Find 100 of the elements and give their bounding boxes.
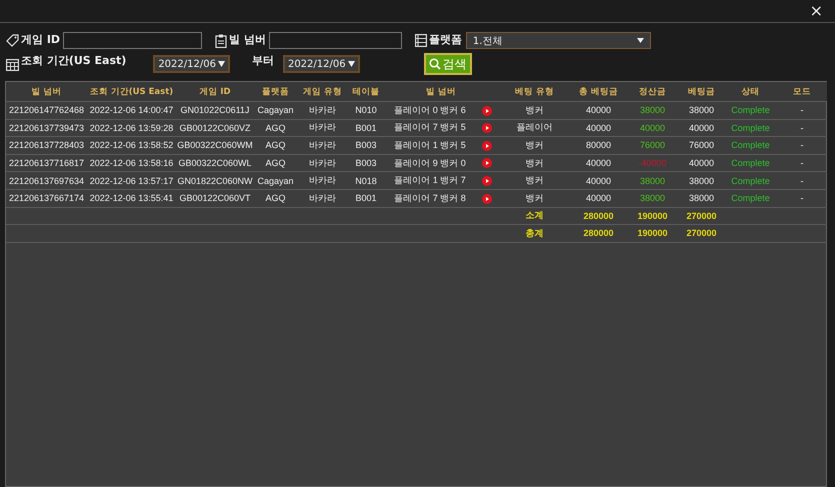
total-label: 총계 xyxy=(498,224,571,242)
table-cell: 플레이어 1 뱅커 5 xyxy=(384,136,476,154)
table-cell: N018 xyxy=(348,172,384,190)
table-cell: 뱅커 xyxy=(498,102,571,120)
table-cell: 38000 xyxy=(679,189,724,208)
table-cell: GN01822C060NW xyxy=(176,172,254,190)
table-cell: AGQ xyxy=(254,189,297,208)
table-cell: 40000 xyxy=(571,119,626,137)
status-text: Complete xyxy=(724,136,777,154)
table-cell: 바카라 xyxy=(297,154,348,172)
column-header: 게임 ID xyxy=(176,82,254,102)
table-cell: 바카라 xyxy=(297,189,348,208)
table-cell: N010 xyxy=(348,102,384,120)
table-cell: 40000 xyxy=(626,119,679,137)
table-cell: - xyxy=(777,189,827,208)
table-cell: - xyxy=(777,102,827,120)
table-cell: - xyxy=(777,172,827,190)
column-header: 게임 유형 xyxy=(297,82,348,102)
status-text: Complete xyxy=(724,119,777,137)
table-cell: 2022-12-06 13:55:41 xyxy=(87,189,176,208)
table-cell: 뱅커 xyxy=(498,154,571,172)
status-text: Complete xyxy=(724,154,777,172)
status-text: Complete xyxy=(724,102,777,120)
table-cell: GB00322C060WM xyxy=(176,136,254,154)
table-cell: - xyxy=(777,119,827,137)
table-cell: 플레이어 7 뱅커 8 xyxy=(384,189,476,208)
table-cell: AGQ xyxy=(254,119,297,137)
play-icon[interactable] xyxy=(482,106,492,116)
table-cell: AGQ xyxy=(254,136,297,154)
platform-dropdown[interactable]: 1.전체 xyxy=(466,32,651,49)
table-cell: 플레이어 9 뱅커 0 xyxy=(384,154,476,172)
table-cell: 바카라 xyxy=(297,136,348,154)
table-cell: AGQ xyxy=(254,154,297,172)
caret-icon xyxy=(636,38,644,43)
column-header: 플랫폼 xyxy=(254,82,297,102)
table-cell: 76000 xyxy=(626,136,679,154)
table-cell: - xyxy=(777,136,827,154)
close-button[interactable]: × xyxy=(810,2,823,20)
total-value: 190000 xyxy=(626,224,679,242)
table-cell: 76000 xyxy=(679,136,724,154)
total-value: 190000 xyxy=(626,207,679,225)
table-cell: B001 xyxy=(348,119,384,137)
table-cell: 40000 xyxy=(679,154,724,172)
column-header: 베팅금 xyxy=(679,82,724,102)
table-cell: 바카라 xyxy=(297,172,348,190)
column-header: 정산금 xyxy=(626,82,679,102)
table-cell: 38000 xyxy=(679,172,724,190)
end-date-picker[interactable]: 2022/12/06 xyxy=(282,55,360,73)
table-cell: 40000 xyxy=(571,172,626,190)
table-cell: 40000 xyxy=(679,119,724,137)
list-icon xyxy=(414,34,427,47)
table-cell: 221206137739473 xyxy=(6,119,87,137)
clipboard-icon xyxy=(215,34,228,48)
play-icon[interactable] xyxy=(482,176,492,186)
range-separator: 부터 xyxy=(252,53,274,68)
table-cell: B001 xyxy=(348,189,384,208)
column-header: 총 베팅금 xyxy=(571,82,626,102)
play-icon[interactable] xyxy=(482,140,492,151)
total-value: 270000 xyxy=(679,224,724,242)
table-cell: 40000 xyxy=(571,102,626,120)
table-cell: 38000 xyxy=(626,172,679,190)
bill-number-label: 빌 넘버 xyxy=(229,32,266,47)
table-cell: 2022-12-06 14:00:47 xyxy=(87,102,176,120)
game-id-field[interactable] xyxy=(63,32,202,49)
table-cell: 2022-12-06 13:58:16 xyxy=(87,154,176,172)
table-cell: GB00322C060WL xyxy=(176,154,254,172)
total-value: 270000 xyxy=(679,207,724,225)
play-icon[interactable] xyxy=(482,158,492,168)
column-header: 테이블 xyxy=(348,82,384,102)
start-date-picker[interactable]: 2022/12/06 xyxy=(153,55,230,73)
table-cell: 80000 xyxy=(571,136,626,154)
column-header: 베팅 유형 xyxy=(498,82,571,102)
table-cell: 2022-12-06 13:58:52 xyxy=(87,136,176,154)
bill-number-field[interactable] xyxy=(268,32,402,49)
column-header: 빌 넘버 xyxy=(384,82,498,102)
table-cell: 2022-12-06 13:59:28 xyxy=(87,119,176,137)
search-icon xyxy=(428,58,441,70)
table-cell: 221206137667174 xyxy=(6,189,87,208)
total-value: 280000 xyxy=(571,207,626,225)
table-cell: 뱅커 xyxy=(498,189,571,208)
play-icon[interactable] xyxy=(482,123,492,134)
column-header: 모드 xyxy=(777,82,827,102)
status-text: Complete xyxy=(724,189,777,208)
play-icon[interactable] xyxy=(482,194,492,204)
table-cell: GB00122C060VT xyxy=(176,189,254,208)
tag-icon xyxy=(6,34,19,47)
table-cell: Cagayan xyxy=(254,102,297,120)
table-cell: 플레이어 1 뱅커 7 xyxy=(384,172,476,190)
table-cell: 38000 xyxy=(626,189,679,208)
table-cell: 40000 xyxy=(571,154,626,172)
table-cell: -40000 xyxy=(626,154,679,172)
table-cell: 221206137697634 xyxy=(6,172,87,190)
period-label: 조회 기간(US East) xyxy=(21,53,126,68)
column-header: 빌 넘버 xyxy=(6,82,87,102)
table-cell: 플레이어 xyxy=(498,119,571,137)
table-cell: 221206147762468 xyxy=(6,102,87,120)
total-value: 280000 xyxy=(571,224,626,242)
platform-label: 플랫폼 xyxy=(428,32,462,47)
caret-icon xyxy=(218,61,225,67)
table-cell: 뱅커 xyxy=(498,136,571,154)
